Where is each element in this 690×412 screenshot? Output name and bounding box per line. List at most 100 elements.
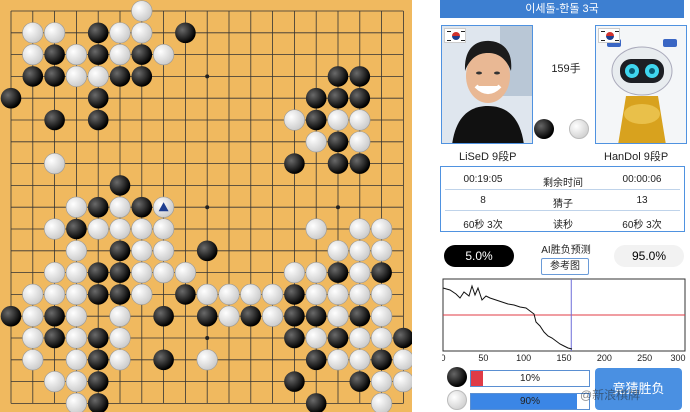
white-stone xyxy=(283,262,306,284)
right-panel: 이세돌-한돌 3국 159手 LiSeD 9段P HanDol 9段P 00:1… xyxy=(412,0,690,412)
graph-x-tick-label: 100 xyxy=(516,353,531,362)
black-stone xyxy=(87,284,109,305)
white-stone xyxy=(109,43,131,66)
white-stone xyxy=(305,327,327,349)
white-guess-count: 13 xyxy=(636,195,648,206)
black-stone xyxy=(196,305,218,327)
white-stone xyxy=(65,196,87,218)
black-vote-text: 10% xyxy=(519,373,540,384)
reference-chart-button[interactable]: 参考图 xyxy=(541,258,589,275)
black-stone xyxy=(196,240,218,262)
white-stone xyxy=(22,283,44,306)
white-stone xyxy=(218,283,240,306)
black-stone xyxy=(371,349,392,371)
black-stone xyxy=(284,153,305,174)
white-stone xyxy=(371,371,393,393)
white-stone xyxy=(43,371,66,393)
graph-x-tick-label: 200 xyxy=(597,353,612,362)
white-stone xyxy=(196,349,218,371)
stats-label: 猜子 xyxy=(553,199,573,210)
go-board[interactable] xyxy=(0,0,412,412)
white-stone xyxy=(392,349,412,371)
black-guess-count: 8 xyxy=(480,195,486,206)
black-stone xyxy=(0,87,22,109)
black-stone xyxy=(327,327,349,349)
black-stone xyxy=(44,327,65,349)
black-stone xyxy=(349,87,371,109)
white-stone xyxy=(371,218,393,240)
white-stone xyxy=(153,240,175,262)
black-stone xyxy=(0,305,22,327)
black-stone xyxy=(66,218,87,240)
white-stone xyxy=(283,109,306,131)
black-stone xyxy=(109,66,131,87)
black-stone xyxy=(327,262,349,283)
go-board-svg[interactable] xyxy=(0,0,412,412)
graph-x-tick-label: 300 xyxy=(670,353,685,362)
white-stone xyxy=(131,240,153,262)
black-stone xyxy=(327,131,349,153)
white-stone xyxy=(109,196,131,218)
white-stone xyxy=(87,65,109,87)
white-stone-icon xyxy=(447,390,467,410)
white-stone xyxy=(327,349,349,371)
korea-flag-icon xyxy=(444,28,466,43)
white-stone xyxy=(109,22,131,44)
black-stone xyxy=(305,87,327,109)
black-byoyomi: 60秒 3次 xyxy=(463,220,503,231)
black-stone xyxy=(305,109,327,131)
game-title-bar: 이세돌-한돌 3국 xyxy=(440,0,684,18)
black-player-photo xyxy=(441,25,533,144)
black-stone xyxy=(153,349,174,371)
star-point xyxy=(205,336,210,340)
white-stone xyxy=(218,305,240,327)
black-stone xyxy=(87,393,109,412)
black-stone xyxy=(87,109,109,131)
black-stone xyxy=(87,349,109,371)
white-stone xyxy=(22,327,44,349)
white-stone xyxy=(305,262,327,284)
white-stone xyxy=(131,262,153,284)
graph-x-tick-label: 250 xyxy=(637,353,652,362)
black-stone xyxy=(305,393,327,412)
black-stone xyxy=(44,109,65,131)
black-stone xyxy=(284,305,305,327)
white-vote-bar: 90% xyxy=(470,393,590,410)
white-stone xyxy=(109,327,131,349)
white-stone xyxy=(327,283,349,306)
white-stone xyxy=(87,218,109,240)
black-stone xyxy=(175,284,196,305)
white-player-photo xyxy=(595,25,687,144)
black-stone xyxy=(327,153,349,174)
black-stone xyxy=(109,262,131,283)
black-stone xyxy=(327,87,349,109)
black-stone xyxy=(87,327,109,349)
white-stone xyxy=(349,109,371,131)
black-vote-bar: 10% xyxy=(470,370,590,387)
white-stone xyxy=(65,283,87,306)
white-stone xyxy=(65,305,87,327)
watermark: @新浪棋牌 xyxy=(580,388,641,402)
white-stone xyxy=(240,283,262,306)
black-player-name: LiSeD 9段P xyxy=(459,151,517,163)
star-point xyxy=(205,205,210,210)
stats-table: 00:19:05 剩余时间 00:00:06 8 猜子 13 60秒 3次 读秒… xyxy=(440,166,685,232)
move-number: 159手 xyxy=(551,63,581,75)
white-byoyomi: 60秒 3次 xyxy=(622,220,662,231)
black-stone xyxy=(305,349,327,371)
white-vote-text: 90% xyxy=(519,396,540,407)
black-stone xyxy=(131,66,153,87)
black-stone-icon xyxy=(447,367,467,387)
white-stone xyxy=(349,327,371,349)
white-stone xyxy=(22,349,44,371)
white-stone xyxy=(349,218,371,240)
white-stone xyxy=(153,218,175,240)
white-stone xyxy=(153,262,175,284)
white-stone xyxy=(65,43,87,66)
white-stone xyxy=(349,349,371,371)
app-root: 이세돌-한돌 3국 159手 LiSeD 9段P HanDol 9段P 00:1… xyxy=(0,0,690,412)
graph-x-ticks: 0 50 100 150 200 250 300 xyxy=(442,353,686,362)
black-stone xyxy=(349,153,371,174)
white-stone xyxy=(327,109,349,131)
white-stone xyxy=(305,218,327,240)
